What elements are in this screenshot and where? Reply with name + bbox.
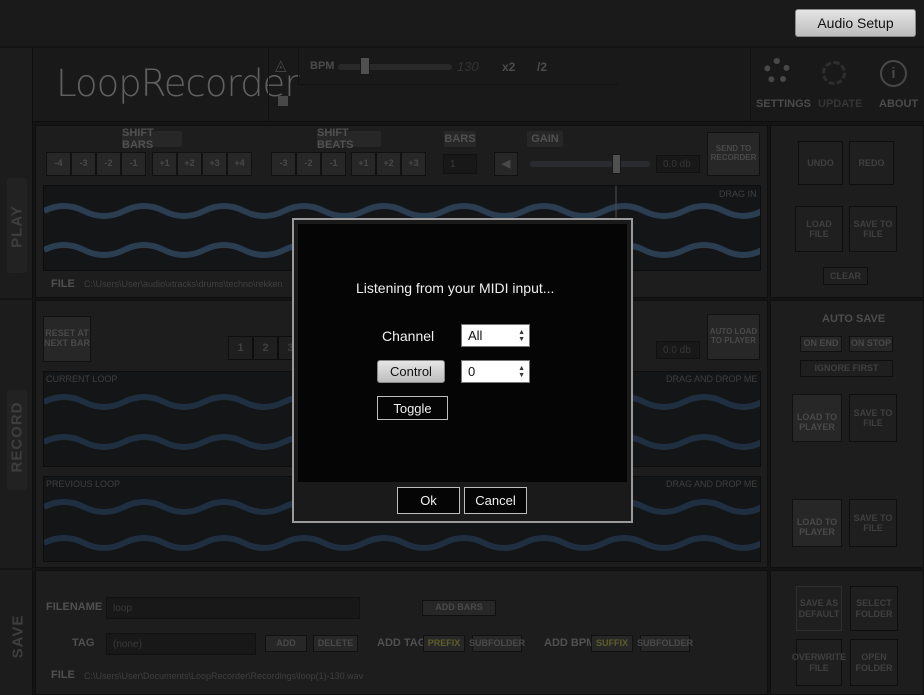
channel-value: All (468, 328, 483, 343)
dialog-message: Listening from your MIDI input... (356, 280, 555, 296)
top-bar (0, 0, 924, 46)
control-toggle-button[interactable]: Control (377, 360, 445, 383)
cancel-button[interactable]: Cancel (464, 487, 527, 514)
control-number-select[interactable]: 0 ▲ ▼ (461, 360, 530, 383)
ok-button[interactable]: Ok (397, 487, 460, 514)
audio-setup-button[interactable]: Audio Setup (795, 9, 916, 37)
channel-label: Channel (382, 328, 435, 344)
midi-learn-dialog: Listening from your MIDI input... Channe… (292, 218, 633, 523)
dialog-content (298, 224, 627, 482)
spinner-arrows-icon: ▲ ▼ (518, 364, 525, 379)
control-value: 0 (468, 364, 476, 379)
channel-select[interactable]: All ▲ ▼ (461, 324, 530, 347)
toggle-button[interactable]: Toggle (377, 396, 448, 420)
loop-recorder-app: Audio Setup PLAY RECORD SAVE LoopRecorde… (0, 0, 924, 695)
spinner-arrows-icon: ▲ ▼ (518, 328, 525, 343)
